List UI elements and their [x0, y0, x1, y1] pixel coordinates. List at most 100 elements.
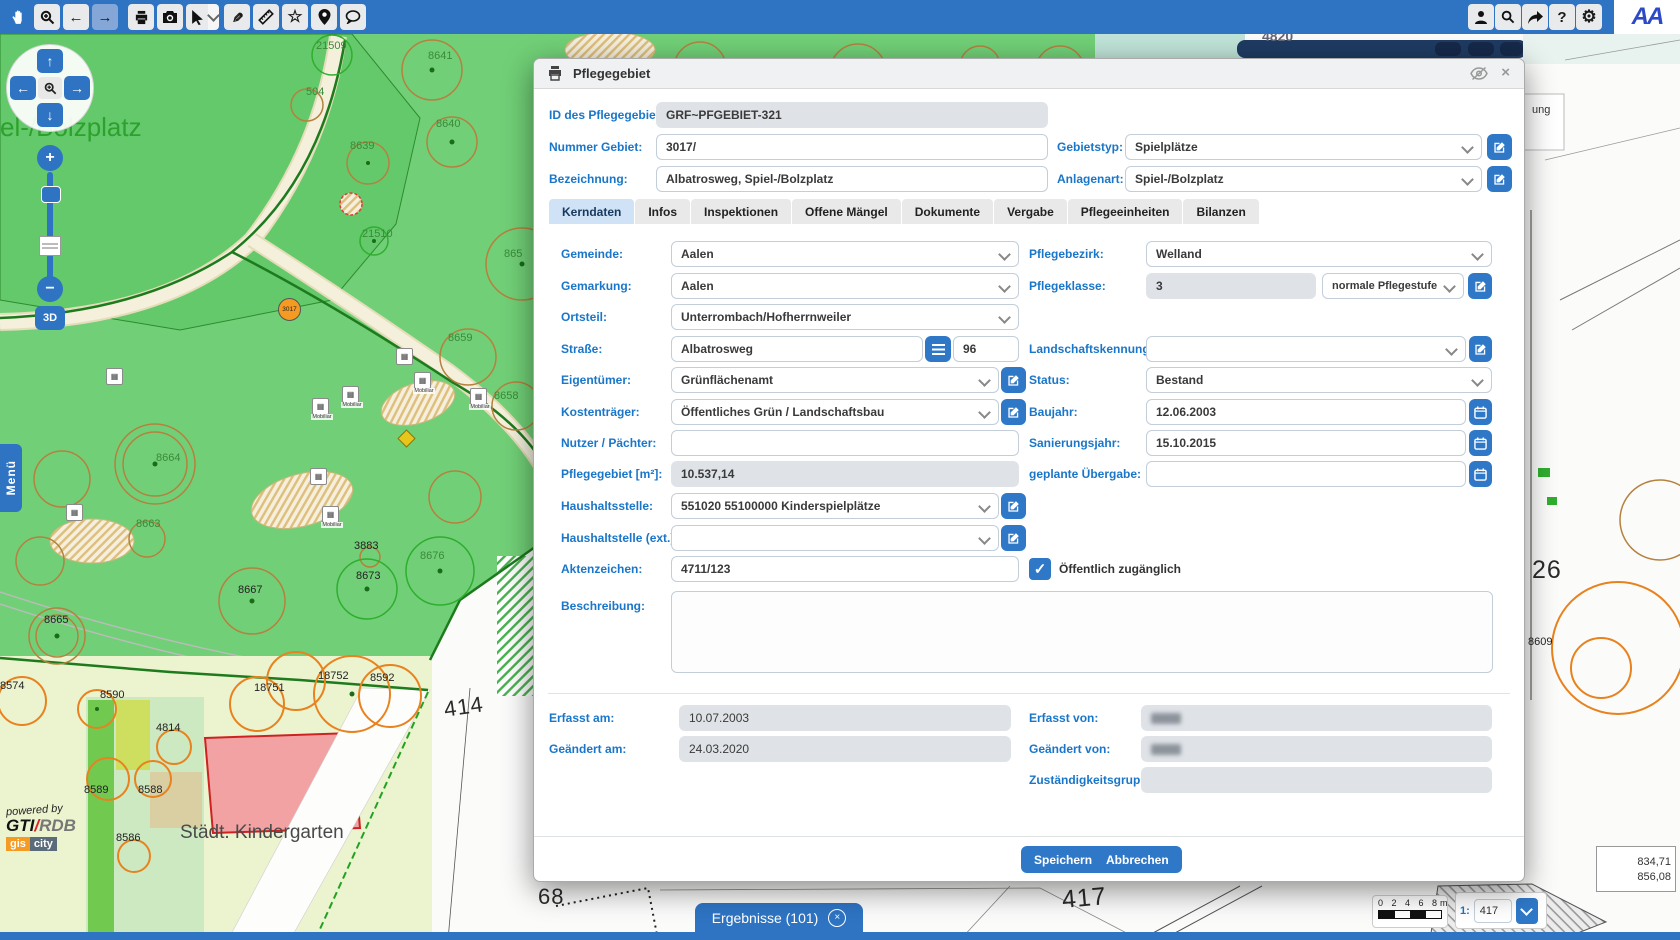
gebietstyp-edit-button[interactable] [1487, 134, 1512, 160]
zoom-out-button[interactable]: − [37, 276, 63, 302]
zoom-extent-button[interactable] [38, 77, 62, 99]
bezeichnung-input[interactable]: Albatrosweg, Spiel-/Bolzplatz [656, 166, 1048, 192]
search-button[interactable] [1495, 4, 1521, 30]
results-close-icon[interactable]: × [828, 909, 846, 927]
kostentraeger-edit-button[interactable] [1001, 399, 1026, 425]
field-label: Erfasst von: [1029, 705, 1098, 731]
tab-offene-maengel[interactable]: Offene Mängel [792, 199, 901, 224]
calendar-icon [1474, 437, 1487, 450]
uebergabe-calendar-button[interactable] [1469, 461, 1492, 487]
ortsteil-select[interactable]: Unterrombach/Hofherrnweiler [671, 304, 1019, 330]
settings-button[interactable]: ⚙ [1576, 4, 1602, 30]
haushaltstelle-ext-edit-button[interactable] [1001, 525, 1026, 551]
gis-tag: gis [6, 837, 30, 851]
cancel-button[interactable]: Abbrechen [1093, 846, 1182, 873]
share-button[interactable] [1522, 4, 1548, 30]
edit-icon [1493, 141, 1506, 154]
baujahr-input[interactable]: 12.06.2003 [1146, 399, 1466, 425]
field-label: Haushaltstelle (ext.): [561, 525, 678, 551]
status-select[interactable]: Bestand [1146, 367, 1492, 393]
anlagenart-edit-button[interactable] [1487, 166, 1512, 192]
pflegestufe-select[interactable]: normale Pflegestufe [1322, 273, 1464, 299]
printer-icon[interactable] [547, 65, 563, 86]
pan-hand-icon[interactable] [6, 5, 30, 29]
haushaltstelle-ext-select[interactable] [671, 525, 999, 551]
ratio-dropdown-button[interactable] [1516, 898, 1538, 924]
dialog-header[interactable]: Pflegegebiet × [534, 59, 1524, 89]
pan-down-button[interactable]: ↓ [37, 103, 63, 127]
pan-up-button[interactable]: ↑ [37, 49, 63, 73]
tab-inspektionen[interactable]: Inspektionen [691, 199, 791, 224]
screenshot-button[interactable] [157, 4, 183, 30]
tab-bilanzen[interactable]: Bilanzen [1183, 199, 1258, 224]
chevron-down-icon [998, 248, 1011, 261]
star-icon: ☆ [287, 7, 302, 27]
field-label: Kostenträger: [561, 399, 640, 425]
eigentuemer-edit-button[interactable] [1001, 367, 1026, 393]
uebergabe-input[interactable] [1146, 461, 1466, 487]
select-tool-button[interactable] [186, 4, 208, 30]
strasse-input[interactable]: Albatrosweg [671, 336, 923, 362]
measure-button[interactable] [253, 4, 279, 30]
gebietstyp-select[interactable]: Spielplätze [1125, 134, 1482, 160]
print-map-button[interactable] [128, 4, 154, 30]
zoom-tool-button[interactable] [34, 4, 60, 30]
draw-button[interactable]: ✎ [224, 4, 250, 30]
landschaftskennung-select[interactable] [1146, 336, 1466, 362]
aktenzeichen-input[interactable]: 4711/123 [671, 556, 1019, 582]
favorites-button[interactable]: ☆ [282, 4, 308, 30]
user-button[interactable] [1468, 4, 1494, 30]
pan-left-button[interactable]: ← [10, 76, 36, 100]
field-label: Anlagenart: [1057, 166, 1124, 192]
zoom-slider-handle[interactable] [41, 186, 61, 203]
hide-dialog-icon[interactable] [1470, 66, 1488, 86]
tab-dokumente[interactable]: Dokumente [902, 199, 993, 224]
dialog-tabs: Kerndaten Infos Inspektionen Offene Mäng… [549, 199, 1259, 224]
comment-button[interactable] [340, 4, 366, 30]
location-button[interactable] [311, 4, 337, 30]
back-button[interactable]: ← [63, 4, 89, 30]
menu-tab[interactable]: Menü [0, 444, 22, 512]
field-label: Bezeichnung: [549, 166, 628, 192]
eigentuemer-select[interactable]: Grünflächenamt [671, 367, 999, 393]
strasse-list-button[interactable] [925, 336, 951, 362]
sanierungsjahr-input[interactable]: 15.10.2015 [1146, 430, 1466, 456]
tab-pflegeeinheiten[interactable]: Pflegeeinheiten [1068, 199, 1183, 224]
gemarkung-select[interactable]: Aalen [671, 273, 1019, 299]
ratio-value-input[interactable]: 417 [1474, 899, 1512, 923]
tab-kerndaten[interactable]: Kerndaten [549, 199, 634, 224]
anlagenart-select[interactable]: Spiel-/Bolzplatz [1125, 166, 1482, 192]
hausnummer-input[interactable]: 96 [953, 336, 1019, 362]
nummer-gebiet-input[interactable]: 3017/ [656, 134, 1048, 160]
pflegeklasse-edit-button[interactable] [1468, 273, 1492, 299]
scale-bar: 0 2 4 6 8m [1372, 895, 1448, 928]
checkbox-label: Öffentlich zugänglich [1059, 558, 1181, 580]
oeffentlich-checkbox[interactable]: ✓ [1029, 558, 1051, 580]
nutzer-input[interactable] [671, 430, 1019, 456]
kostentraeger-select[interactable]: Öffentliches Grün / Landschaftsbau [671, 399, 999, 425]
haushaltsstelle-select[interactable]: 551020 55100000 Kinderspielplätze [671, 493, 999, 519]
three-d-button[interactable]: 3D [35, 306, 65, 330]
select-tool-dropdown[interactable] [208, 4, 219, 30]
close-icon[interactable]: × [1501, 64, 1510, 81]
pflegebezirk-select[interactable]: Welland [1146, 241, 1492, 267]
landschaftskennung-edit-button[interactable] [1469, 336, 1492, 362]
haushaltsstelle-edit-button[interactable] [1001, 493, 1026, 519]
ortsteil-value: Unterrombach/Hofherrnweiler [681, 310, 851, 324]
zoom-in-button[interactable]: + [37, 145, 63, 171]
beschreibung-textarea[interactable] [671, 591, 1493, 673]
forward-button[interactable]: → [92, 4, 118, 30]
zustaendigkeitsgruppe-field [1141, 767, 1492, 793]
app-logo[interactable]: AA [1614, 0, 1680, 34]
sanierungsjahr-calendar-button[interactable] [1469, 430, 1492, 456]
pan-right-button[interactable]: → [64, 76, 90, 100]
pflegestufe-value: normale Pflegestufe [1332, 280, 1437, 292]
gemeinde-select[interactable]: Aalen [671, 241, 1019, 267]
tab-infos[interactable]: Infos [635, 199, 690, 224]
ratio-label: 1: [1460, 905, 1470, 917]
tab-vergabe[interactable]: Vergabe [994, 199, 1067, 224]
help-button[interactable]: ? [1549, 4, 1575, 30]
baujahr-calendar-button[interactable] [1469, 399, 1492, 425]
results-bar[interactable]: Ergebnisse (101) × [695, 903, 863, 932]
field-label: Gebietstyp: [1057, 134, 1123, 160]
